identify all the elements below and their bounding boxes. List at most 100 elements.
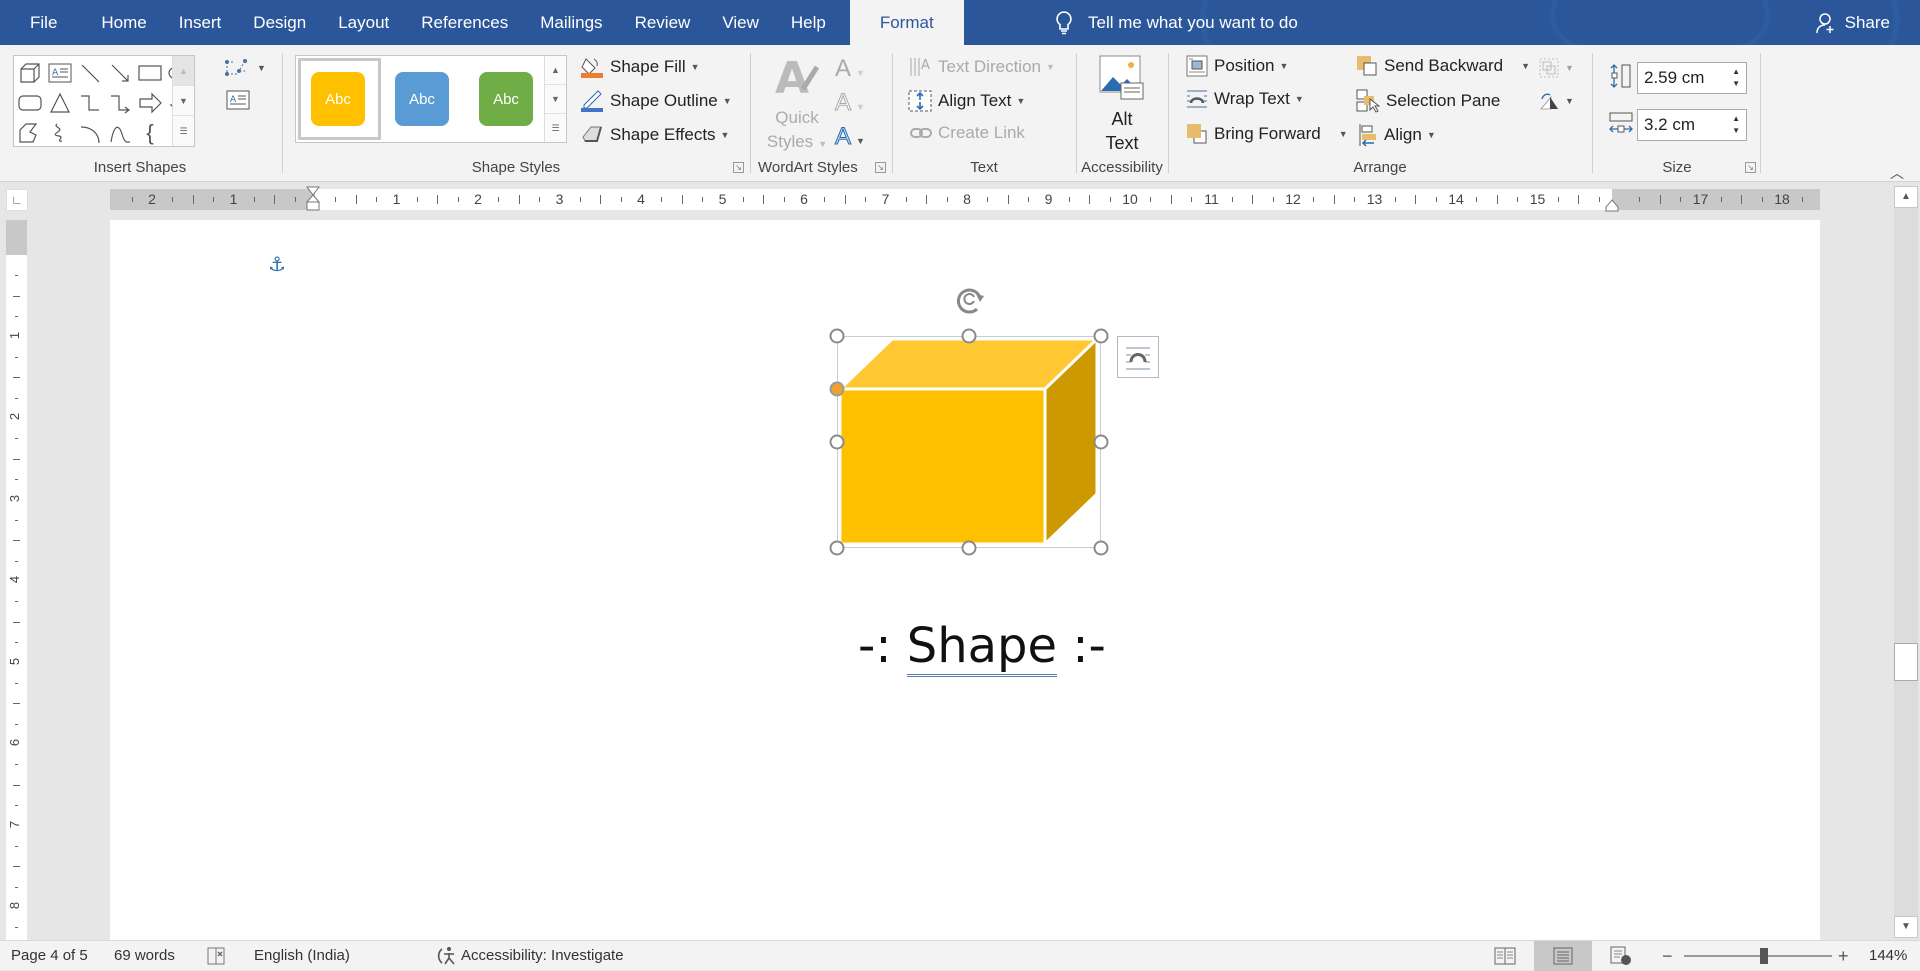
wordart-launcher-icon[interactable]: ↘: [875, 162, 886, 173]
rectangle-shape-icon[interactable]: [135, 58, 165, 88]
tab-insert[interactable]: Insert: [163, 0, 238, 45]
text-effects-button[interactable]: A ▼: [835, 123, 865, 151]
read-mode-button[interactable]: [1476, 941, 1534, 971]
zoom-level[interactable]: 144%: [1869, 941, 1907, 971]
resize-handle-e[interactable]: [1093, 434, 1109, 450]
share-button[interactable]: Share: [1815, 0, 1890, 45]
alt-text-button[interactable]: Alt Text: [1078, 55, 1166, 155]
resize-handle-s[interactable]: [961, 540, 977, 556]
accessibility-checker[interactable]: Accessibility: Investigate: [436, 941, 624, 971]
scroll-down-button[interactable]: ▼: [1894, 916, 1918, 938]
tab-view[interactable]: View: [706, 0, 775, 45]
send-backward-button[interactable]: Send Backward ▼: [1356, 55, 1530, 77]
gallery-up-button[interactable]: ▲: [545, 56, 566, 85]
vertical-ruler[interactable]: 1 2 3 4 5 6 7 8: [6, 220, 27, 940]
tab-references[interactable]: References: [405, 0, 524, 45]
resize-handle-se[interactable]: [1093, 540, 1109, 556]
word-count[interactable]: 69 words: [114, 941, 175, 971]
gallery-more-button[interactable]: ☰: [545, 114, 566, 143]
shape-fill-button[interactable]: Shape Fill ▼: [580, 55, 700, 79]
cube-shape[interactable]: [829, 288, 1109, 556]
tab-review[interactable]: Review: [619, 0, 707, 45]
size-launcher-icon[interactable]: ↘: [1745, 162, 1756, 173]
elbow-connector-icon[interactable]: [75, 88, 105, 118]
curve-shape-icon[interactable]: [105, 118, 135, 148]
scribble-shape-icon[interactable]: [45, 118, 75, 148]
position-button[interactable]: Position ▼: [1186, 55, 1288, 77]
page-count[interactable]: Page 4 of 5: [11, 941, 88, 971]
tab-design[interactable]: Design: [237, 0, 322, 45]
gallery-more-button[interactable]: ☰: [173, 116, 194, 146]
horizontal-ruler[interactable]: 2 1 1 2 3 4 5 6 7 8 9 10 11 12 13 14 15 17 18: [110, 189, 1820, 210]
text-fill-button[interactable]: A ▼: [835, 55, 865, 83]
text-direction-button[interactable]: A Text Direction ▼: [908, 55, 1055, 79]
align-text-button[interactable]: Align Text ▼: [908, 89, 1025, 113]
tell-me-search[interactable]: Tell me what you want to do: [1054, 0, 1298, 45]
resize-handle-w[interactable]: [829, 434, 845, 450]
chevron-down-icon[interactable]: ▼: [1339, 129, 1348, 139]
spelling-underlined-word[interactable]: Shape: [906, 618, 1058, 677]
width-spinner[interactable]: ▲ ▼: [1732, 113, 1740, 137]
chevron-down-icon[interactable]: ▼: [1521, 61, 1530, 71]
scroll-up-button[interactable]: ▲: [1894, 186, 1918, 208]
rounded-rectangle-shape-icon[interactable]: [15, 88, 45, 118]
layout-options-button[interactable]: [1117, 336, 1159, 378]
shape-outline-button[interactable]: Shape Outline ▼: [580, 89, 732, 113]
vertical-scrollbar[interactable]: ▲ ▼: [1894, 186, 1918, 938]
tab-help[interactable]: Help: [775, 0, 842, 45]
wrap-text-button[interactable]: Wrap Text ▼: [1186, 89, 1304, 109]
style-preset-blue[interactable]: Abc: [395, 72, 449, 126]
align-button[interactable]: Align ▼: [1358, 123, 1436, 147]
gallery-down-button[interactable]: ▼: [173, 86, 194, 116]
tab-file[interactable]: File: [0, 0, 85, 45]
gallery-down-button[interactable]: ▼: [545, 85, 566, 114]
zoom-slider-thumb[interactable]: [1760, 948, 1768, 964]
shape-effects-button[interactable]: Shape Effects ▼: [580, 123, 729, 147]
triangle-shape-icon[interactable]: [45, 88, 75, 118]
edit-shape-button[interactable]: ▼: [224, 57, 266, 79]
left-brace-shape-icon[interactable]: {: [135, 118, 165, 148]
document-page[interactable]: ⚓ -: Shape :-: [110, 220, 1820, 940]
create-link-button[interactable]: Create Link: [910, 123, 1025, 143]
text-outline-button[interactable]: A ▼: [835, 89, 865, 117]
tab-layout[interactable]: Layout: [322, 0, 405, 45]
zoom-in-button[interactable]: +: [1838, 941, 1849, 971]
proofing-icon[interactable]: [206, 941, 228, 971]
text-box-shape-icon[interactable]: A: [45, 58, 75, 88]
resize-handle-sw[interactable]: [829, 540, 845, 556]
right-indent-marker-icon[interactable]: [1605, 198, 1619, 212]
resize-handle-nw[interactable]: [829, 328, 845, 344]
group-objects-button[interactable]: ▼: [1538, 57, 1574, 79]
anchor-icon[interactable]: ⚓: [268, 252, 286, 277]
quick-styles-button[interactable]: A Quick Styles ▼: [762, 53, 832, 156]
freeform-shape-icon[interactable]: [15, 118, 45, 148]
tab-mailings[interactable]: Mailings: [524, 0, 618, 45]
line-shape-icon[interactable]: [75, 58, 105, 88]
zoom-out-button[interactable]: −: [1662, 941, 1673, 971]
resize-handle-n[interactable]: [961, 328, 977, 344]
bring-forward-button[interactable]: Bring Forward ▼: [1186, 123, 1348, 145]
tab-format[interactable]: Format: [849, 0, 964, 45]
web-layout-button[interactable]: [1592, 941, 1650, 971]
rotate-button[interactable]: ▼: [1538, 91, 1574, 111]
gallery-up-button[interactable]: ▲: [173, 56, 194, 86]
cube-shape-icon[interactable]: [15, 58, 45, 88]
collapse-ribbon-icon[interactable]: ︿: [1890, 163, 1904, 183]
language-indicator[interactable]: English (India): [254, 941, 350, 971]
height-spinner[interactable]: ▲ ▼: [1732, 66, 1740, 90]
right-arrow-shape-icon[interactable]: [135, 88, 165, 118]
indent-marker-icon[interactable]: [306, 186, 320, 218]
rotate-handle-icon[interactable]: [954, 286, 988, 318]
zoom-slider[interactable]: [1684, 955, 1832, 957]
selection-pane-button[interactable]: Selection Pane: [1356, 89, 1500, 113]
shape-height-input[interactable]: 2.59 cm ▲ ▼: [1637, 62, 1747, 94]
tab-selector[interactable]: ∟: [6, 189, 28, 211]
style-preset-green[interactable]: Abc: [479, 72, 533, 126]
scrollbar-thumb[interactable]: [1894, 643, 1918, 681]
adjustment-handle[interactable]: [829, 381, 845, 397]
arc-shape-icon[interactable]: [75, 118, 105, 148]
shape-width-input[interactable]: 3.2 cm ▲ ▼: [1637, 109, 1747, 141]
print-layout-button[interactable]: [1534, 941, 1592, 971]
style-preset-yellow[interactable]: Abc: [311, 72, 365, 126]
arrow-line-shape-icon[interactable]: [105, 58, 135, 88]
